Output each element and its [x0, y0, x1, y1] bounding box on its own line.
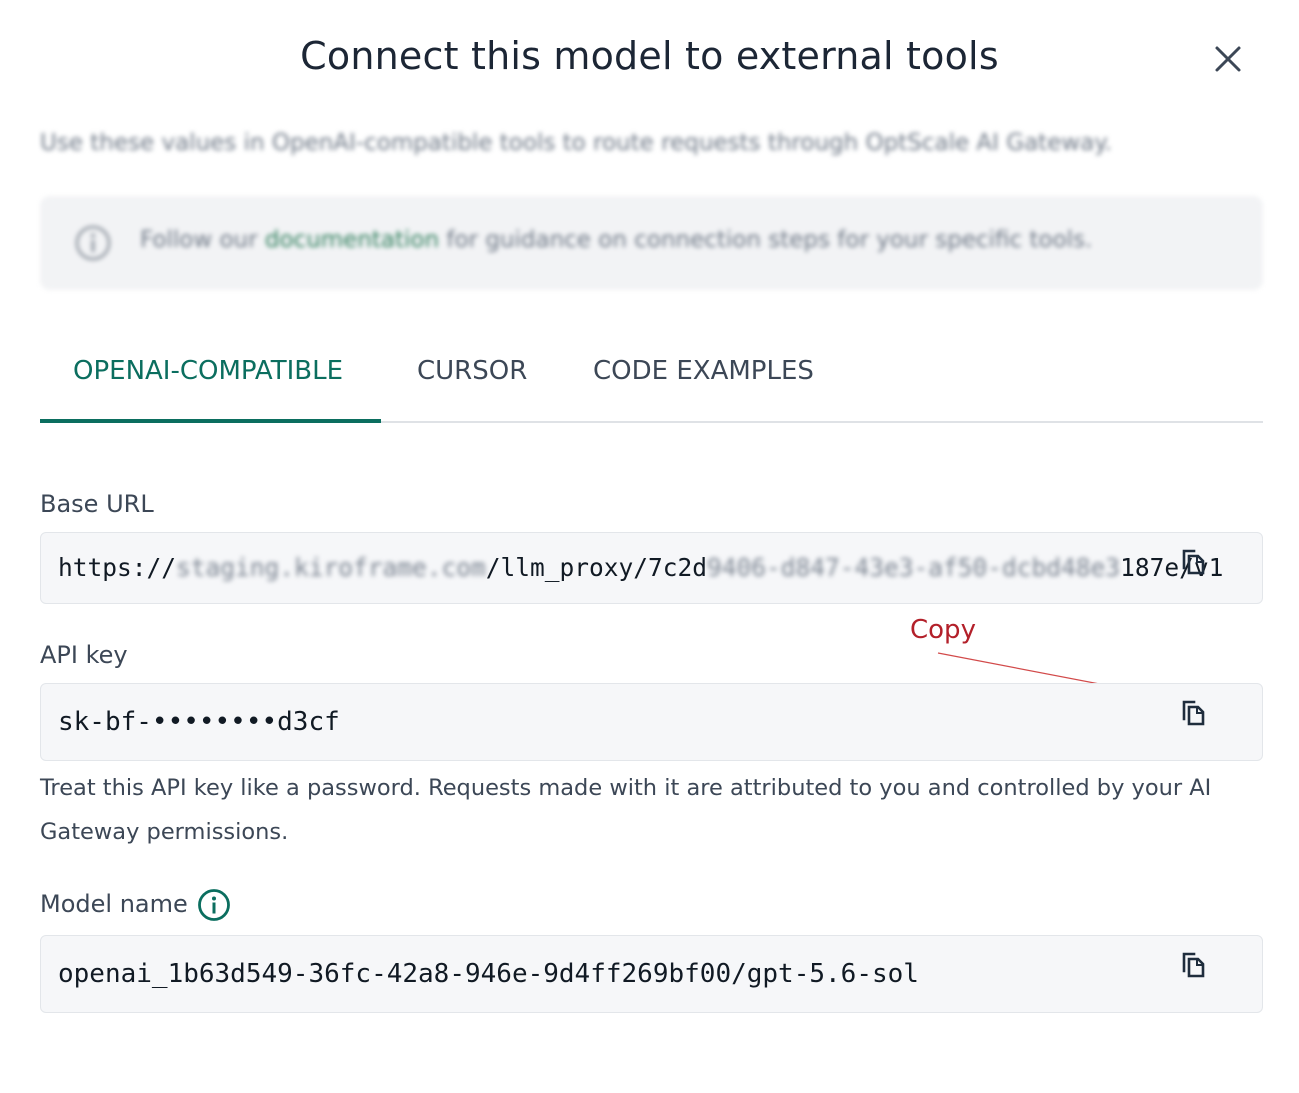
info-banner: Follow our documentation for guidance on…: [40, 196, 1263, 290]
api-key-value: sk-bf-••••••••d3cf: [58, 707, 340, 737]
copy-icon: [1182, 549, 1205, 575]
model-name-label: Model name: [40, 890, 188, 918]
model-name-value: openai_1b63d549-36fc-42a8-946e-9d4ff269b…: [58, 959, 919, 989]
base-url-prefix: https://: [58, 553, 177, 582]
close-icon: [1215, 46, 1241, 72]
base-url-suffix: 187e/v1: [1120, 553, 1224, 582]
dialog-subtitle: Use these values in OpenAI-compatible to…: [40, 130, 1112, 156]
dialog-title: Connect this model to external tools: [300, 34, 999, 78]
tab-cursor[interactable]: CURSOR: [417, 356, 527, 386]
base-url-id-redacted: 9406-d847-43e3-af50-dcbd48e3: [707, 553, 1121, 582]
connect-dialog: Connect this model to external tools Use…: [0, 0, 1299, 1093]
copy-model-name-button[interactable]: [1180, 951, 1206, 979]
info-text-before: Follow our: [140, 227, 265, 253]
tab-code-examples[interactable]: CODE EXAMPLES: [593, 356, 814, 386]
api-key-hint: Treat this API key like a password. Requ…: [40, 775, 1212, 845]
info-circle-icon: [75, 225, 111, 261]
documentation-link[interactable]: documentation: [265, 227, 439, 253]
base-url-label: Base URL: [40, 490, 154, 518]
model-name-field[interactable]: openai_1b63d549-36fc-42a8-946e-9d4ff269b…: [40, 935, 1263, 1013]
info-text: Follow our documentation for guidance on…: [140, 227, 1092, 253]
base-url-host-redacted: staging.kiroframe.com: [176, 553, 486, 582]
copy-base-url-button[interactable]: [1180, 548, 1206, 576]
copy-icon: [1182, 700, 1205, 726]
active-tab-indicator: [40, 419, 381, 423]
info-circle-icon[interactable]: [197, 888, 231, 922]
api-key-field[interactable]: sk-bf-••••••••d3cf: [40, 683, 1263, 761]
base-url-field[interactable]: https://staging.kiroframe.com/llm_proxy/…: [40, 532, 1263, 604]
tab-openai-compatible[interactable]: OPENAI-COMPATIBLE: [73, 356, 343, 386]
base-url-value: https://staging.kiroframe.com/llm_proxy/…: [58, 553, 1223, 582]
copy-api-key-button[interactable]: [1180, 699, 1206, 727]
copy-icon: [1182, 952, 1205, 978]
copy-annotation-label: Copy: [910, 615, 976, 645]
api-key-label: API key: [40, 641, 128, 669]
close-button[interactable]: [1206, 40, 1248, 82]
base-url-path: /llm_proxy/7c2d: [485, 553, 708, 582]
info-text-after: for guidance on connection steps for you…: [439, 227, 1093, 253]
tab-bar: OPENAI-COMPATIBLE CURSOR CODE EXAMPLES: [40, 340, 1263, 423]
